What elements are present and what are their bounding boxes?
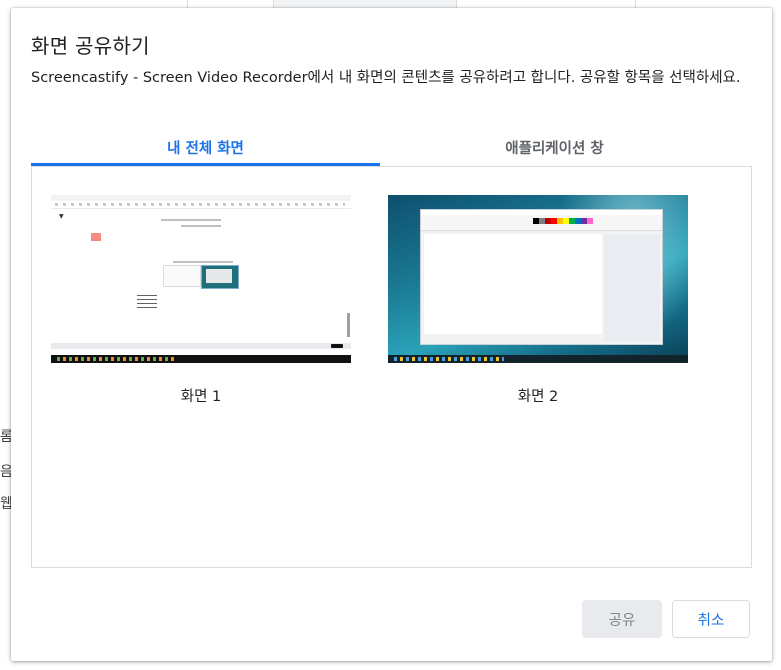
background-divider [187,0,188,8]
scrollbar-thumbnail [347,313,350,337]
tab-application-window[interactable]: 애플리케이션 창 [380,128,729,166]
button-thumbnail [331,344,343,348]
pointer-icon: ▼ [59,213,64,220]
paint-window-thumbnail [420,209,663,345]
cancel-button[interactable]: 취소 [672,600,750,638]
tab-entire-screen[interactable]: 내 전체 화면 [31,128,380,166]
mini-row [173,261,233,263]
dialog-description: Screencastify - Screen Video Recorder에서 … [31,70,741,86]
paint-canvas [424,234,602,334]
bookmarks-bar-thumbnail [55,203,345,206]
source-list-panel: ▼ 화면 1 화면 2 [31,166,752,568]
source-item-screen-2[interactable]: 화면 2 [388,195,688,406]
screen-1-thumbnail[interactable]: ▼ [51,195,351,363]
record-icon [91,233,101,241]
mini-screen-thumbnail [201,265,239,289]
color-palette [533,218,593,224]
source-label: 화면 2 [517,389,559,405]
source-label: 화면 1 [180,389,222,405]
text-lines-thumbnail [137,295,157,309]
page-footer-thumbnail [51,343,351,349]
taskbar-thumbnail [51,355,351,363]
dialog-title: 화면 공유하기 [31,34,150,58]
mini-row [181,225,221,227]
source-tabs: 내 전체 화면 애플리케이션 창 [31,128,752,166]
background-tab [273,0,457,8]
share-button[interactable]: 공유 [582,600,662,638]
screen-share-dialog: 화면 공유하기 Screencastify - Screen Video Rec… [11,8,772,661]
mini-row [161,219,221,221]
source-item-screen-1[interactable]: ▼ 화면 1 [51,195,351,406]
mini-screen-thumbnail [163,265,201,287]
background-divider [635,0,636,8]
taskbar-thumbnail [388,355,688,363]
screen-2-thumbnail[interactable] [388,195,688,363]
window-workspace [604,234,660,342]
